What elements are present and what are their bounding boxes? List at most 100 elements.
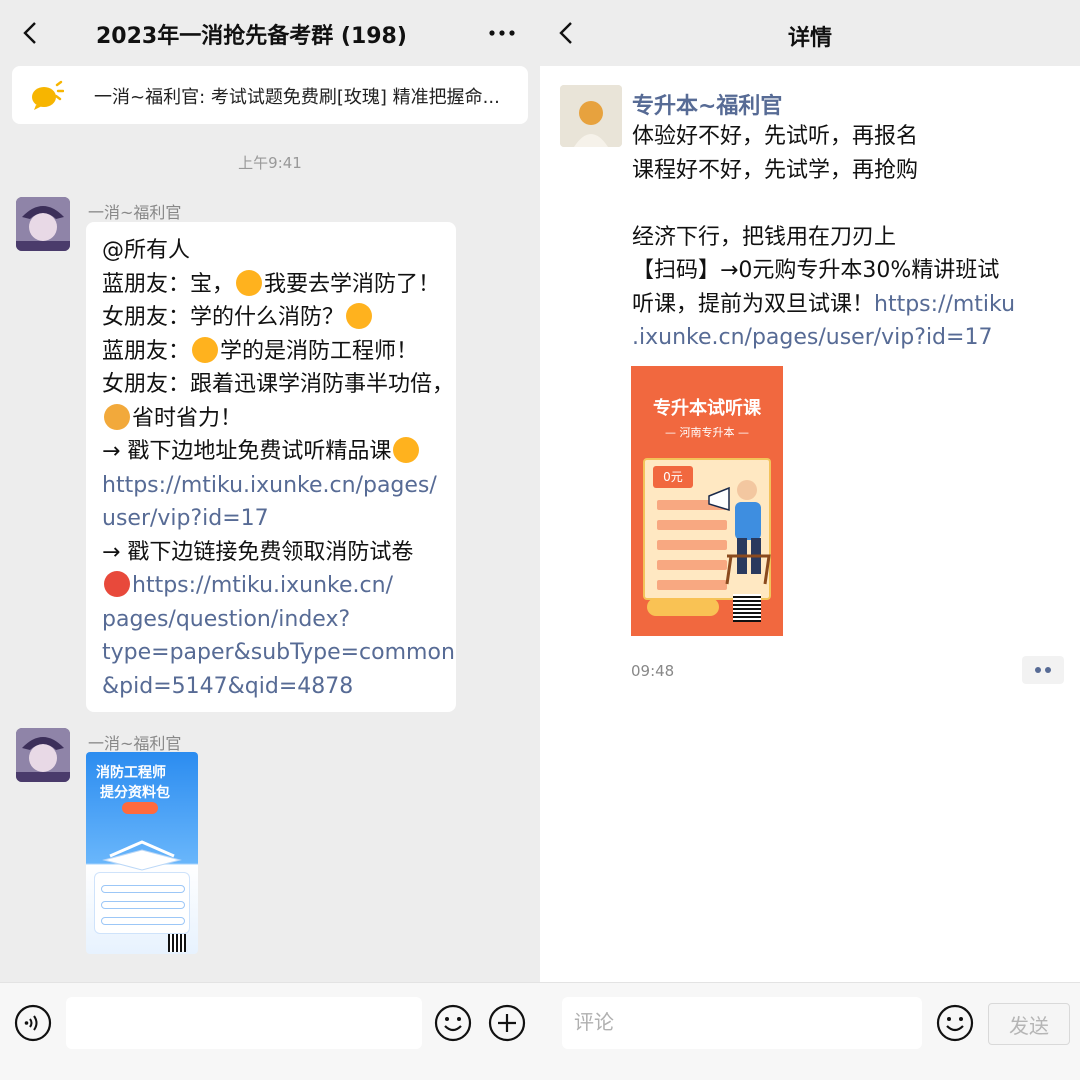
more-dots-icon	[1035, 667, 1051, 673]
text-line: pages/question/index?	[102, 603, 440, 637]
text-line: → 戳下边链接免费领取消防试卷	[102, 536, 440, 570]
fire-engineer-poster-image[interactable]: 消防工程师 提分资料包	[86, 752, 198, 954]
poster-price: 0元	[653, 466, 693, 488]
line-text: 学的是消防工程师！	[220, 338, 419, 364]
text-line: .ixunke.cn/pages/user/vip?id=17	[632, 321, 1032, 355]
poster-tag	[122, 802, 158, 814]
back-arrow-icon[interactable]	[18, 20, 44, 46]
send-button[interactable]: 发送	[988, 1003, 1070, 1045]
post-text: 体验好不好，先试听，再报名 课程好不好，先试学，再抢购 经济下行，把钱用在刀刃上【…	[632, 120, 1032, 355]
avatar-illustration	[16, 197, 70, 251]
text-line: 听课，提前为双旦试课！https://mtiku	[632, 288, 1032, 322]
poster-info-card	[94, 872, 190, 934]
line-text: 蓝朋友：	[102, 338, 191, 364]
group-chat-pane: 2023年一消抢先备考群 (198) 一消~福利官: 考试试题免费刷[玫瑰] 精…	[0, 0, 540, 1080]
open-book-icon	[102, 840, 182, 871]
url-link[interactable]: https://mtiku.ixunke.cn/pages/	[102, 473, 437, 498]
poster-title: 专升本试听课	[653, 398, 761, 419]
sender-avatar[interactable]	[16, 197, 70, 251]
text-line: 蓝朋友：宝， 我要去学消防了！	[102, 268, 440, 302]
url-link[interactable]: pages/question/index?	[102, 607, 350, 632]
author-avatar[interactable]	[560, 85, 622, 147]
text-line: 体验好不好，先试听，再报名	[632, 120, 1032, 154]
url-link[interactable]: .ixunke.cn/pages/user/vip?id=17	[632, 325, 992, 350]
url-link[interactable]: &pid=5147&qid=4878	[102, 674, 353, 699]
line-text	[632, 191, 639, 216]
emoji-icon	[346, 303, 373, 329]
line-text: 蓝朋友：宝，	[102, 271, 235, 297]
sender-avatar[interactable]	[16, 728, 70, 782]
text-line: 课程好不好，先试学，再抢购	[632, 154, 1032, 188]
text-line: type=paper&subType=common	[102, 636, 455, 670]
qr-code	[733, 594, 761, 622]
poster-title-line2: 提分资料包	[100, 785, 170, 801]
megaphone-person-illustration	[708, 480, 771, 585]
post-timestamp: 09:48	[631, 662, 675, 680]
poster-title-line1: 消防工程师	[96, 765, 166, 781]
comment-bar: 发送	[540, 982, 1080, 1080]
text-line: https://mtiku.ixunke.cn/	[102, 569, 440, 603]
line-text: → 戳下边链接免费领取消防试卷	[102, 539, 414, 565]
line-text: → 戳下边地址免费试听精品课	[102, 439, 392, 464]
poster-subtitle: — 河南专升本 —	[665, 426, 749, 439]
line-text: 我要去学消防了！	[264, 271, 441, 297]
plus-circle-icon[interactable]	[488, 1004, 526, 1042]
line-text: 女朋友：跟着迅课学消防事半功倍，	[102, 372, 455, 397]
detail-title: 详情	[787, 26, 832, 51]
text-line: https://mtiku.ixunke.cn/pages/	[102, 469, 440, 503]
message-timestamp: 上午9:41	[238, 154, 302, 172]
text-line: 省时省力！	[102, 402, 440, 436]
url-link[interactable]: type=paper&subType=common	[102, 640, 455, 665]
line-text: 课程好不好，先试学，再抢购	[632, 157, 919, 183]
chat-title: 2023年一消抢先备考群 (198)	[96, 24, 407, 49]
more-options-icon[interactable]	[488, 22, 516, 44]
text-line: 【扫码】→0元购专升本30%精讲班试	[632, 254, 1032, 288]
emoji-icon	[104, 403, 130, 430]
emoji-icon	[192, 336, 219, 363]
emoji-icon	[236, 269, 263, 296]
group-notice-banner[interactable]: 一消~福利官: 考试试题免费刷[玫瑰] 精准把握命...	[12, 66, 528, 124]
text-line: 经济下行，把钱用在刀刃上	[632, 221, 1032, 255]
text-line: 女朋友：学的什么消防？	[102, 301, 440, 335]
avatar-illustration	[16, 728, 70, 782]
line-text: 【扫码】→0元购专升本30%精讲班试	[632, 258, 1000, 283]
moment-detail-pane: 详情 专升本~福利官 体验好不好，先试听，再报名 课程好不好，先试学，再抢购 经济…	[540, 0, 1080, 1080]
text-line: &pid=5147&qid=4878	[102, 670, 440, 704]
line-text: 省时省力！	[132, 405, 243, 431]
author-name[interactable]: 专升本~福利官	[632, 88, 782, 120]
message-input[interactable]	[66, 997, 422, 1049]
voice-input-icon[interactable]	[14, 1004, 52, 1042]
url-link[interactable]: https://mtiku	[874, 292, 1015, 317]
detail-header: 详情	[540, 0, 1080, 66]
url-link[interactable]: https://mtiku.ixunke.cn/	[132, 573, 393, 598]
trial-class-poster-image[interactable]: 专升本试听课 — 河南专升本 — 0元	[631, 366, 783, 636]
line-text: 女朋友：学的什么消防？	[102, 305, 345, 330]
post-actions-button[interactable]	[1022, 656, 1064, 684]
sender-name: 一消~福利官	[88, 734, 182, 753]
poster-signup-button	[647, 598, 719, 616]
emoji-icon	[393, 437, 420, 463]
text-line: 蓝朋友： 学的是消防工程师！	[102, 335, 440, 369]
text-line: → 戳下边地址免费试听精品课	[102, 435, 440, 469]
emoji-face-icon[interactable]	[434, 1004, 472, 1042]
text-message-bubble[interactable]: @所有人蓝朋友：宝， 我要去学消防了！ 女朋友：学的什么消防？ 蓝朋友： 学的是消防工程…	[86, 222, 456, 712]
text-line: @所有人	[102, 234, 440, 268]
line-text: @所有人	[102, 238, 191, 263]
text-line: user/vip?id=17	[102, 502, 440, 536]
comment-input[interactable]	[562, 997, 922, 1049]
group-notice-text: 一消~福利官: 考试试题免费刷[玫瑰] 精准把握命...	[94, 87, 500, 108]
chat-input-bar	[0, 982, 540, 1080]
url-link[interactable]: user/vip?id=17	[102, 506, 269, 531]
text-line: 女朋友：跟着迅课学消防事半功倍，	[102, 368, 454, 402]
poster-row	[101, 917, 185, 925]
poster-row	[101, 901, 185, 909]
sender-name: 一消~福利官	[88, 203, 182, 222]
line-text: 体验好不好，先试听，再报名	[632, 124, 919, 149]
emoji-icon	[104, 571, 130, 597]
qr-code	[168, 934, 186, 952]
line-text: 听课，提前为双旦试课！	[632, 291, 875, 317]
announcement-bulb-icon	[32, 80, 64, 110]
emoji-face-icon[interactable]	[936, 1004, 974, 1042]
chat-header: 2023年一消抢先备考群 (198)	[0, 0, 540, 66]
line-text: 经济下行，把钱用在刀刃上	[632, 224, 897, 250]
